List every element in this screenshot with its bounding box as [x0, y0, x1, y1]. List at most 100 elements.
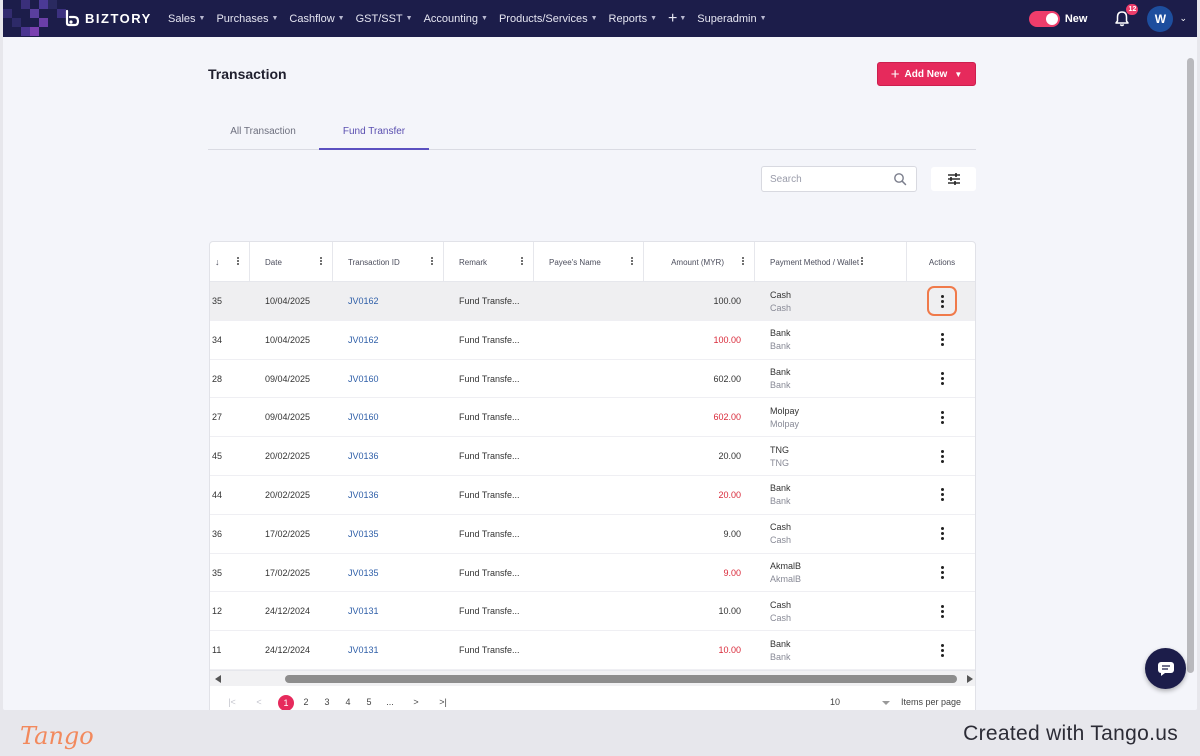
last-page-button[interactable]: >|: [436, 697, 450, 707]
menu-accounting[interactable]: Accounting ▼: [424, 13, 488, 25]
menu-label: Reports: [608, 12, 648, 25]
payment-method: Bank: [770, 367, 791, 378]
column-menu-icon[interactable]: [631, 257, 634, 267]
table-row[interactable]: 28 09/04/2025 JV0160 Fund Transfe... 602.00 B…: [210, 360, 975, 399]
menu-quick-add[interactable]: + ▼: [668, 10, 686, 28]
transaction-remark: Fund Transfe...: [459, 373, 520, 384]
table-body: 35 10/04/2025 JV0162 Fund Transfe... 100.00 C…: [210, 282, 975, 670]
row-number: 44: [212, 489, 223, 500]
transaction-amount: 20.00: [718, 451, 741, 462]
first-page-button[interactable]: |<: [225, 697, 239, 707]
caret-down-icon[interactable]: [882, 701, 890, 705]
column-header-transaction-id[interactable]: Transaction ID: [333, 242, 444, 282]
table-row[interactable]: 44 20/02/2025 JV0136 Fund Transfe... 20.00 Ba…: [210, 476, 975, 515]
add-new-label: Add New: [904, 68, 948, 80]
menu-sales[interactable]: Sales ▼: [168, 13, 205, 25]
table-row[interactable]: 11 24/12/2024 JV0131 Fund Transfe... 10.00 Ba…: [210, 631, 975, 670]
transaction-id-link[interactable]: JV0162: [348, 321, 448, 359]
menu-gst-sst[interactable]: GST/SST ▼: [356, 13, 413, 25]
row-actions-menu-icon[interactable]: [927, 480, 957, 510]
transaction-id-link[interactable]: JV0136: [348, 437, 448, 475]
tango-logo: Tango: [20, 722, 94, 750]
menu-purchases[interactable]: Purchases ▼: [216, 13, 278, 25]
column-menu-icon[interactable]: [861, 257, 864, 267]
transaction-id-link[interactable]: JV0131: [348, 592, 448, 630]
column-label: Actions: [928, 257, 956, 267]
transaction-remark: Fund Transfe...: [459, 451, 520, 462]
column-label: Amount (MYR): [671, 257, 724, 267]
add-new-button[interactable]: + Add New ▼: [877, 62, 976, 86]
menu-cashflow[interactable]: Cashflow ▼: [289, 13, 344, 25]
column-header-payee[interactable]: Payee's Name: [534, 242, 644, 282]
vertical-scrollbar[interactable]: [1186, 50, 1196, 680]
menu-superadmin[interactable]: Superadmin ▼: [697, 13, 766, 25]
page-button-1[interactable]: 1: [278, 695, 294, 710]
caret-down-icon: ▼: [405, 15, 413, 22]
column-menu-icon[interactable]: [431, 257, 434, 267]
table-row[interactable]: 27 09/04/2025 JV0160 Fund Transfe... 602.00 M…: [210, 398, 975, 438]
user-avatar[interactable]: W: [1147, 5, 1174, 32]
menu-reports[interactable]: Reports ▼: [609, 13, 657, 25]
column-header-amount[interactable]: Amount (MYR): [644, 242, 755, 282]
page-button-3[interactable]: 3: [320, 697, 334, 707]
menu-products-services[interactable]: Products/Services ▼: [499, 13, 598, 25]
row-actions-menu-icon[interactable]: [927, 402, 957, 432]
row-actions-menu-icon[interactable]: [927, 558, 957, 588]
column-sort-header[interactable]: ↓: [210, 242, 250, 282]
page-button-2[interactable]: 2: [299, 697, 313, 707]
payment-method-cell: TNG TNG: [770, 437, 890, 475]
column-menu-icon[interactable]: [742, 257, 745, 267]
filter-button[interactable]: [931, 167, 976, 191]
column-header-date[interactable]: Date: [250, 242, 333, 282]
chevron-down-icon[interactable]: ⌄: [1179, 13, 1187, 24]
table-row[interactable]: 12 24/12/2024 JV0131 Fund Transfe... 10.00 Ca…: [210, 592, 975, 632]
tab-fund-transfer[interactable]: Fund Transfer: [319, 122, 429, 150]
table-row[interactable]: 34 10/04/2025 JV0162 Fund Transfe... 100.00 B…: [210, 321, 975, 360]
tab-all-transaction[interactable]: All Transaction: [214, 122, 312, 150]
table-row[interactable]: 35 10/04/2025 JV0162 Fund Transfe... 100.00 C…: [210, 282, 975, 321]
row-actions-menu-icon[interactable]: [927, 286, 957, 316]
column-header-actions: Actions: [907, 242, 975, 282]
table-row[interactable]: 35 17/02/2025 JV0135 Fund Transfe... 9.00 Akm…: [210, 554, 975, 593]
search-input[interactable]: [762, 167, 882, 191]
column-menu-icon[interactable]: [237, 257, 240, 267]
prev-page-button[interactable]: <: [252, 697, 266, 707]
row-actions-menu-icon[interactable]: [927, 596, 957, 626]
chat-support-button[interactable]: [1145, 648, 1186, 689]
transaction-id-link[interactable]: JV0136: [348, 476, 448, 514]
scrollbar-thumb[interactable]: [285, 675, 957, 683]
row-actions-menu-icon[interactable]: [927, 441, 957, 471]
row-actions-menu-icon[interactable]: [927, 635, 957, 665]
row-actions-menu-icon[interactable]: [927, 325, 957, 355]
page-button-5[interactable]: 5: [362, 697, 376, 707]
table-row[interactable]: 36 17/02/2025 JV0135 Fund Transfe... 9.00 Cas…: [210, 515, 975, 554]
caret-down-icon: ▼: [198, 15, 206, 22]
transaction-id-link[interactable]: JV0131: [348, 631, 448, 669]
column-header-remark[interactable]: Remark: [444, 242, 534, 282]
next-page-button[interactable]: >: [409, 697, 423, 707]
page-button-4[interactable]: 4: [341, 697, 355, 707]
column-menu-icon[interactable]: [521, 257, 524, 267]
scrollbar-thumb[interactable]: [1187, 58, 1194, 673]
column-menu-icon[interactable]: [320, 257, 323, 267]
main-menu: Sales ▼ Purchases ▼ Cashflow ▼ GST/SST ▼ Acc…: [168, 0, 767, 37]
transaction-id-link[interactable]: JV0162: [348, 282, 448, 320]
new-ui-toggle[interactable]: [1028, 10, 1060, 27]
table-row[interactable]: 45 20/02/2025 JV0136 Fund Transfe... 20.00 TN…: [210, 437, 975, 476]
notifications-button[interactable]: 12: [1113, 3, 1139, 28]
row-actions-menu-icon[interactable]: [927, 519, 957, 549]
transaction-id-link[interactable]: JV0160: [348, 398, 448, 436]
items-per-page-select[interactable]: 10: [830, 697, 840, 707]
column-header-payment-method[interactable]: Payment Method / Wallet: [755, 242, 907, 282]
scroll-left-icon[interactable]: [215, 675, 221, 683]
horizontal-scrollbar[interactable]: [210, 670, 975, 686]
row-actions-menu-icon[interactable]: [927, 364, 957, 394]
payment-method: Molpay: [770, 405, 800, 416]
transaction-id-link[interactable]: JV0160: [348, 360, 448, 398]
scroll-right-icon[interactable]: [967, 675, 973, 683]
brand-logo[interactable]: BIZTORY: [63, 9, 152, 27]
transaction-id-link[interactable]: JV0135: [348, 554, 448, 592]
transaction-id-link[interactable]: JV0135: [348, 515, 448, 553]
search-icon[interactable]: [893, 172, 907, 186]
transaction-date: 17/02/2025: [265, 567, 311, 578]
